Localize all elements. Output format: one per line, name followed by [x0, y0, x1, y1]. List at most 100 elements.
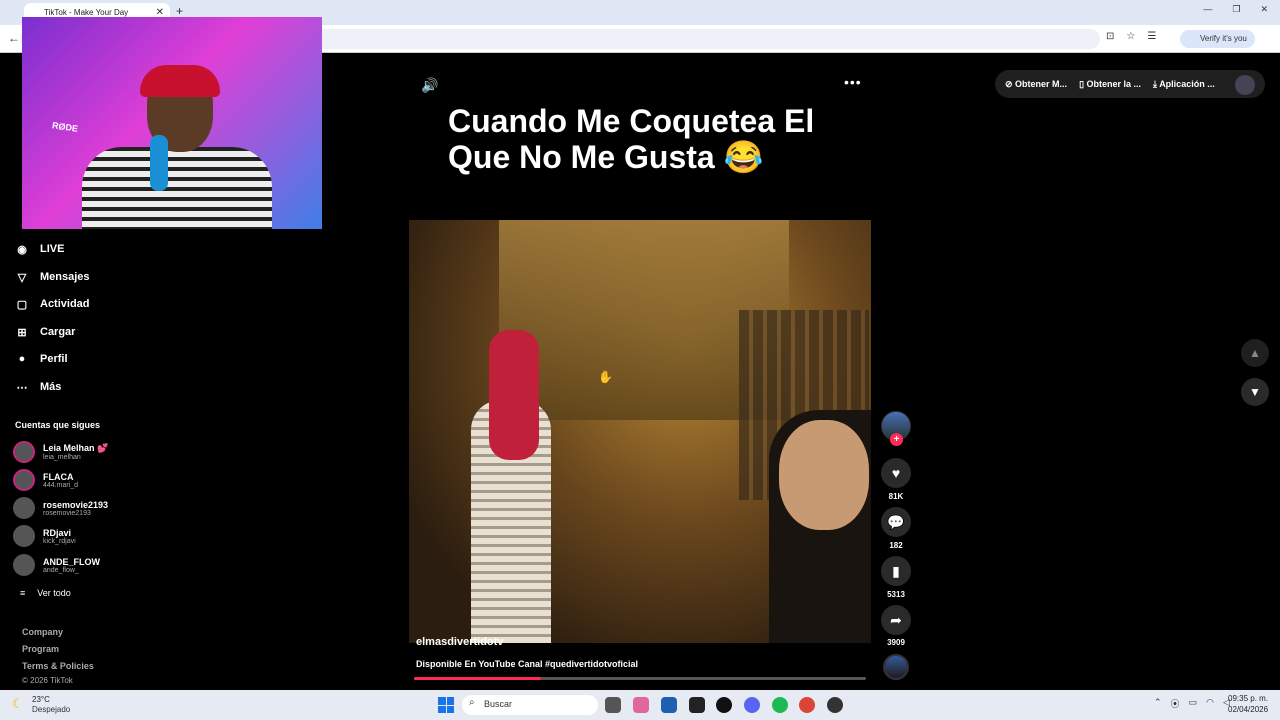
moon-icon: ☾ — [12, 696, 24, 711]
share-button[interactable]: ➦ — [881, 605, 911, 635]
account-handle: leia_melhan — [43, 454, 81, 461]
capcut-icon[interactable] — [689, 697, 705, 713]
share-count: 3909 — [887, 638, 905, 647]
weather-temperature[interactable]: 23°C — [32, 695, 50, 704]
bookmark-icon: ▮ — [892, 562, 900, 579]
footer-link-company[interactable]: Company — [22, 627, 63, 637]
volume-icon[interactable]: 🔊 — [421, 77, 438, 94]
bookmark-star-icon[interactable]: ☆ — [1126, 31, 1135, 42]
sidebar-item-more[interactable]: ⋯ Más — [14, 379, 62, 395]
system-tray: ⌃ ⦿ ▭ ◠ ◁ — [1154, 697, 1230, 710]
sidebar-item-profile[interactable]: ● Perfil — [14, 351, 68, 367]
avatar — [13, 441, 35, 463]
maximize-button[interactable]: ❐ — [1232, 4, 1240, 15]
comment-count: 182 — [889, 541, 903, 550]
store-icon[interactable] — [661, 697, 677, 713]
app-icon[interactable] — [716, 697, 732, 713]
chrome-icon[interactable] — [799, 697, 815, 713]
sidebar-item-label: Actividad — [40, 298, 90, 310]
chevron-up-icon[interactable]: ⌃ — [1154, 697, 1162, 710]
minimize-button[interactable]: — — [1203, 4, 1212, 15]
webcam-overlay: RØDE — [22, 17, 322, 229]
install-app-icon[interactable]: ⊡ — [1106, 31, 1114, 42]
avatar — [13, 469, 35, 491]
search-icon: ⌕ — [469, 697, 475, 708]
video-progress-fill — [414, 677, 541, 680]
verify-chip[interactable]: Verify it's you — [1180, 30, 1255, 48]
messages-icon: ▽ — [17, 271, 27, 284]
video-author[interactable]: elmasdivertidotv — [416, 636, 503, 648]
back-arrow-icon[interactable]: ← — [8, 31, 20, 45]
start-button[interactable] — [438, 697, 454, 713]
discord-icon[interactable] — [744, 697, 760, 713]
sidebar-item-live[interactable]: ◉ LIVE — [14, 241, 64, 257]
list-item[interactable]: rosemovie2193 rosemovie2193 — [13, 497, 108, 519]
sidebar-item-messages[interactable]: ▽ Mensajes — [14, 269, 90, 285]
sidebar-item-label: Perfil — [40, 353, 68, 365]
video-scene-hair — [489, 330, 539, 460]
list-item[interactable]: ANDE_FLOW ande_flow_ — [13, 554, 100, 576]
see-all-link[interactable]: ≡ Ver todo — [20, 588, 71, 598]
save-count: 5313 — [887, 590, 905, 599]
account-name: RDjavi — [43, 527, 72, 538]
account-handle: rosemovie2193 — [43, 509, 91, 517]
account-name: ANDE_FLOW — [43, 556, 100, 567]
get-coins-button[interactable]: ⊘ Obtener M... — [1005, 79, 1067, 90]
following-section-title: Cuentas que sigues — [15, 420, 101, 430]
sidebar-item-label: LIVE — [40, 243, 65, 255]
video-headline: Cuando Me Coquetea El Que No Me Gusta 😂 — [448, 103, 815, 175]
clock-time[interactable]: 09:35 p. m. — [1228, 694, 1268, 703]
next-video-button[interactable]: ▼ — [1241, 378, 1269, 406]
download-app-button[interactable]: ⤓ Aplicación ... — [1153, 79, 1215, 90]
taskbar-search-input[interactable]: Buscar — [462, 695, 598, 715]
more-options-icon[interactable]: ••• — [844, 74, 862, 90]
wifi-icon[interactable]: ◠ — [1206, 697, 1214, 710]
header-actions: ⊘ Obtener M... ▯ Obtener la ... ⤓ Aplica… — [995, 70, 1265, 98]
video-player[interactable] — [409, 220, 871, 643]
follow-plus-icon[interactable]: + — [890, 433, 903, 446]
list-item[interactable]: RDjavi kick_rdjavi — [13, 525, 76, 547]
mic-icon[interactable]: ⦿ — [1171, 697, 1180, 710]
list-icon: ≡ — [20, 588, 26, 598]
account-name: rosemovie2193 — [43, 499, 109, 510]
see-all-label: Ver todo — [37, 588, 71, 598]
window-controls: — ❐ ✕ — [1203, 4, 1268, 15]
share-icon: ➦ — [890, 611, 902, 628]
account-handle: ande_flow_ — [43, 566, 79, 574]
live-icon: ◉ — [17, 243, 27, 256]
profile-icon: ● — [18, 353, 26, 365]
comment-button[interactable]: 💬 — [881, 507, 911, 537]
microphone — [150, 135, 168, 191]
music-disc-icon[interactable] — [883, 654, 909, 680]
heart-icon: ♥ — [891, 465, 901, 481]
footer-link-program[interactable]: Program — [22, 644, 59, 654]
sidebar-item-activity[interactable]: ▢ Actividad — [14, 296, 90, 312]
task-view-icon[interactable] — [605, 697, 621, 713]
avatar — [13, 525, 35, 547]
copilot-icon[interactable] — [633, 697, 649, 713]
sidebar-item-label: Mensajes — [40, 271, 90, 283]
account-handle: kick_rdjavi — [43, 537, 76, 545]
list-item[interactable]: FLACA 444.mari_d — [13, 469, 78, 491]
tab-search-icon[interactable]: ☰ — [1147, 31, 1156, 42]
previous-video-button[interactable]: ▲ — [1241, 339, 1269, 367]
display-icon[interactable]: ▭ — [1189, 697, 1198, 710]
sidebar-item-upload[interactable]: ⊞ Cargar — [14, 324, 75, 340]
spotify-icon[interactable] — [772, 697, 788, 713]
sidebar-item-label: Más — [40, 381, 62, 393]
activity-icon: ▢ — [16, 298, 28, 311]
get-app-button[interactable]: ▯ Obtener la ... — [1079, 79, 1141, 90]
like-button[interactable]: ♥ — [881, 458, 911, 488]
weather-condition: Despejado — [32, 705, 71, 714]
footer-link-terms[interactable]: Terms & Policies — [22, 661, 94, 671]
obs-icon[interactable] — [827, 697, 843, 713]
like-count: 81K — [888, 492, 904, 501]
account-name: Leia Melhan 💕 — [43, 443, 109, 453]
save-button[interactable]: ▮ — [881, 556, 911, 586]
new-tab-button[interactable]: + — [176, 4, 183, 18]
video-scene-face — [779, 420, 869, 530]
tab-title: TikTok - Make Your Day — [44, 8, 129, 17]
avatar[interactable] — [1235, 75, 1255, 95]
close-window-button[interactable]: ✕ — [1260, 4, 1268, 15]
list-item[interactable]: Leia Melhan 💕 leia_melhan — [13, 441, 108, 463]
